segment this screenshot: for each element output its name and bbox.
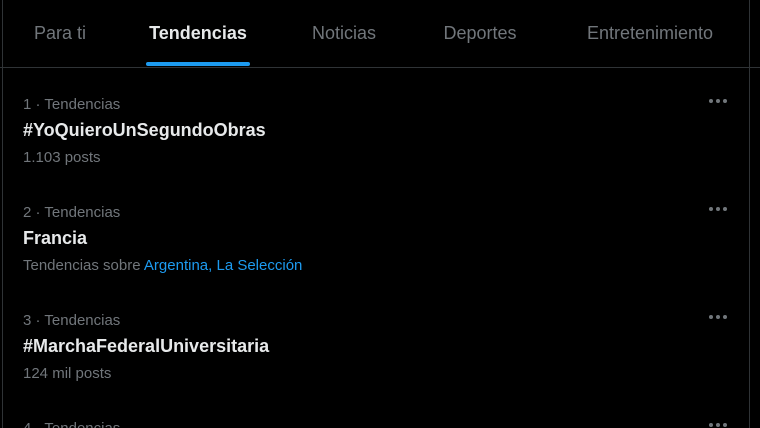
trend-rank: 1 bbox=[23, 96, 32, 113]
tab-entretenimiento[interactable]: Entretenimiento bbox=[578, 0, 722, 67]
more-options-button[interactable] bbox=[705, 199, 731, 219]
tab-label: Noticias bbox=[311, 23, 377, 43]
more-options-button[interactable] bbox=[705, 415, 731, 428]
trend-post-count: 124 mil posts bbox=[23, 365, 112, 382]
tab-label: Tendencias bbox=[149, 23, 247, 43]
trend-item[interactable]: 3 · Tendencias #MarchaFederalUniversitar… bbox=[3, 293, 749, 401]
trend-rank: 4 bbox=[23, 420, 31, 428]
more-horizontal-icon bbox=[709, 99, 713, 103]
trend-context-prefix: Tendencias sobre bbox=[23, 257, 141, 274]
trend-meta: 3 · Tendencias bbox=[23, 312, 120, 329]
trend-post-count: 1.103 posts bbox=[23, 149, 101, 166]
trend-item[interactable]: 2 · Tendencias Francia Tendencias sobre … bbox=[3, 185, 749, 293]
trend-meta: 4 · Tendencias bbox=[23, 420, 120, 428]
tab-tendencias[interactable]: Tendencias bbox=[146, 0, 250, 67]
more-horizontal-icon bbox=[709, 207, 713, 211]
tab-noticias[interactable]: Noticias bbox=[307, 0, 381, 67]
trend-separator: · bbox=[36, 420, 41, 428]
trend-separator: · bbox=[35, 312, 41, 329]
explore-tab-bar: Para ti Tendencias Noticias Deportes Ent… bbox=[0, 0, 760, 68]
trend-context-link-la-seleccion[interactable]: La Selección bbox=[216, 257, 302, 274]
trend-meta: 2 · Tendencias bbox=[23, 204, 120, 221]
trend-rank: 3 bbox=[23, 312, 32, 329]
trend-name: #MarchaFederalUniversitaria bbox=[23, 336, 270, 356]
trend-category: Tendencias bbox=[44, 312, 121, 329]
trend-item[interactable]: 4 · Tendencias bbox=[3, 401, 749, 428]
tab-label: Deportes bbox=[443, 23, 517, 43]
more-horizontal-icon bbox=[709, 423, 713, 427]
tab-label: Entretenimiento bbox=[586, 23, 714, 43]
trend-separator: · bbox=[35, 204, 41, 221]
trend-meta: 1 · Tendencias bbox=[23, 96, 120, 113]
trend-item[interactable]: 1 · Tendencias #YoQuieroUnSegundoObras 1… bbox=[3, 77, 749, 185]
trend-category: Tendencias bbox=[44, 204, 121, 221]
trend-category: Tendencias bbox=[44, 420, 120, 428]
trend-name: #YoQuieroUnSegundoObras bbox=[23, 120, 266, 140]
trend-category: Tendencias bbox=[44, 96, 121, 113]
trend-separator: · bbox=[35, 96, 41, 113]
tab-label: Para ti bbox=[33, 23, 87, 43]
trend-rank: 2 bbox=[23, 204, 32, 221]
trend-context-link-argentina[interactable]: Argentina bbox=[144, 257, 208, 274]
trend-name: Francia bbox=[23, 228, 88, 248]
more-options-button[interactable] bbox=[705, 307, 731, 327]
more-horizontal-icon bbox=[709, 315, 713, 319]
trend-context: Tendencias sobre Argentina, La Selección bbox=[23, 257, 302, 274]
active-tab-indicator bbox=[146, 62, 250, 66]
more-options-button[interactable] bbox=[705, 91, 731, 111]
tab-para-ti[interactable]: Para ti bbox=[32, 0, 88, 67]
tab-deportes[interactable]: Deportes bbox=[438, 0, 522, 67]
